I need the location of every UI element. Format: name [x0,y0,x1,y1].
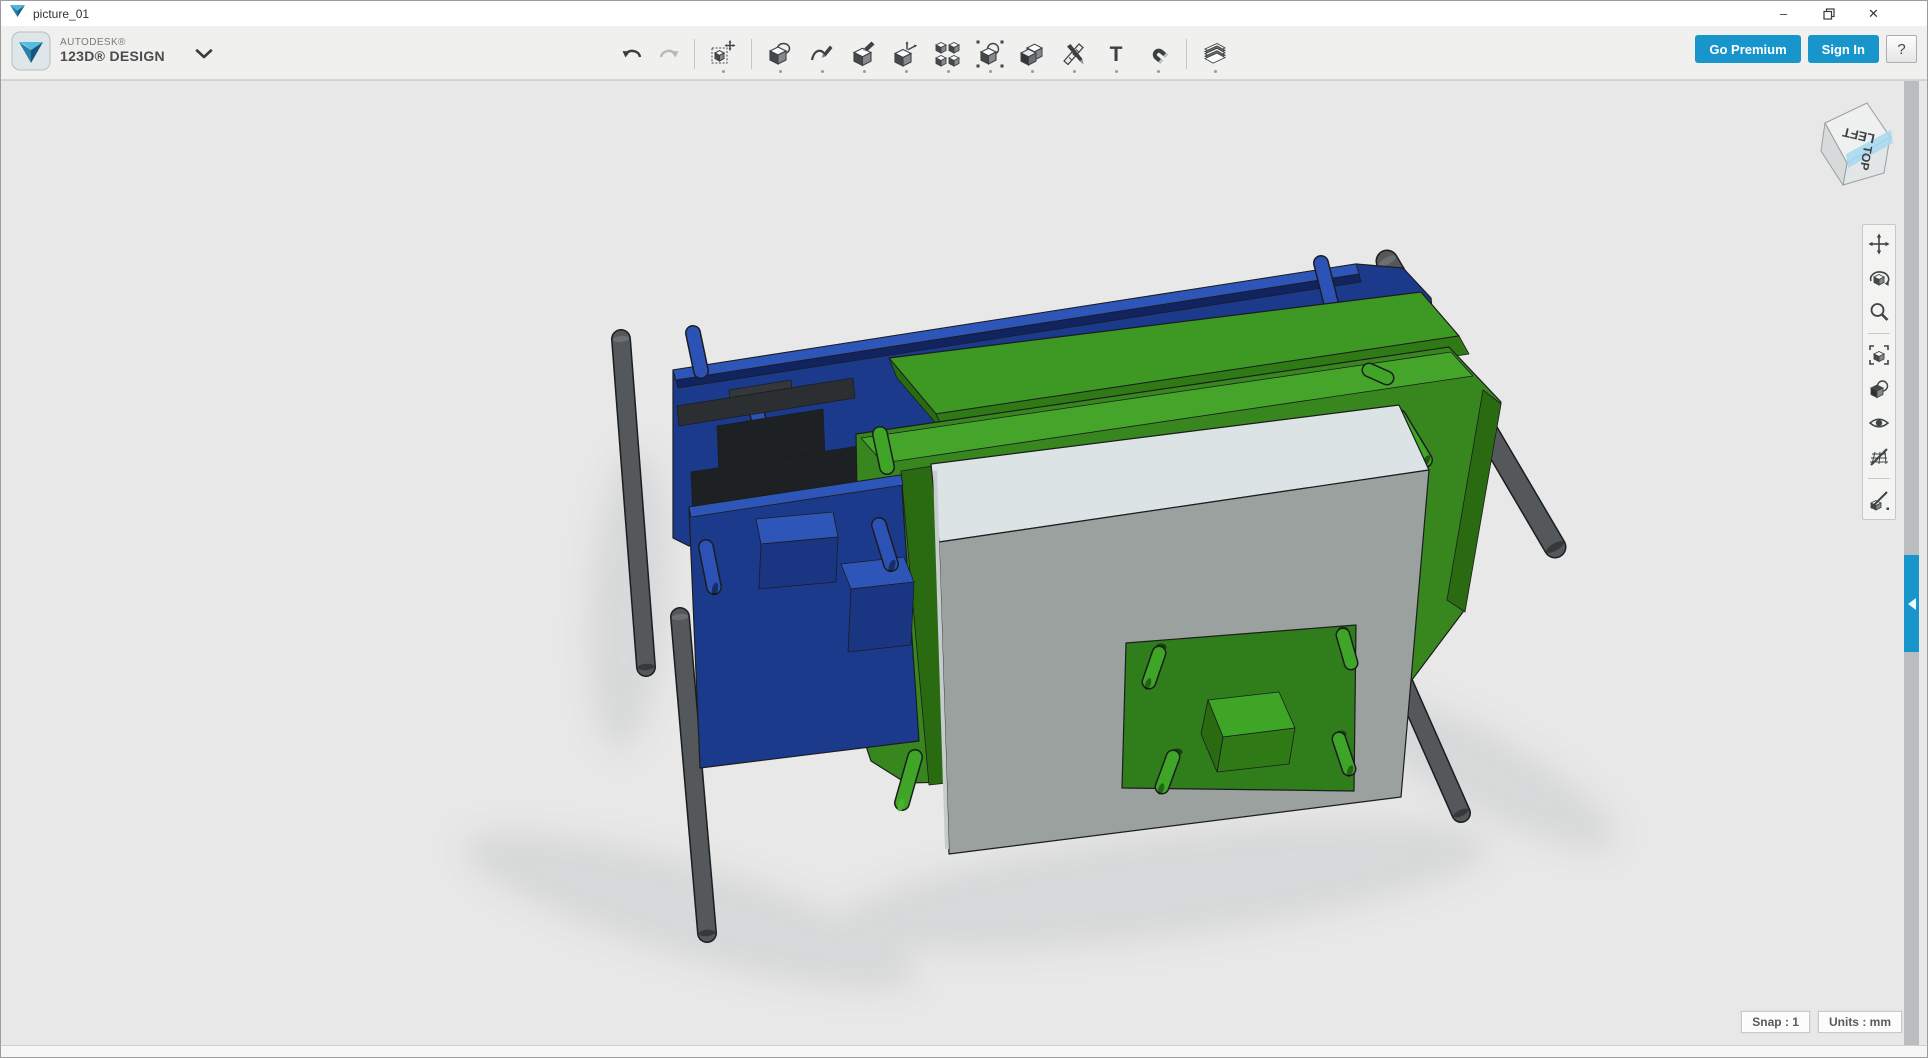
snap-setting[interactable]: Snap : 1 [1741,1011,1810,1033]
status-bar: Snap : 1 Units : mm [1741,1011,1902,1033]
shading-icon [1868,378,1890,400]
green-peg [1369,370,1387,378]
navigation-toolbar [1862,224,1896,520]
part-blue-bracket[interactable] [689,475,919,768]
measure-tool-button[interactable] [1053,33,1095,75]
pan-icon [1868,233,1890,255]
sketch-icon [808,40,836,68]
primitives-icon [766,40,794,68]
app-brand: AUTODESK® 123D® DESIGN [11,31,213,71]
close-button[interactable]: ✕ [1851,1,1896,26]
app-window: picture_01 – ✕ AUTODESK® 12 [0,0,1928,1058]
pattern-icon [934,40,962,68]
toolbar-separator [1186,39,1187,69]
sketch-tool-button[interactable] [801,33,843,75]
bottom-border-bar [1,1045,1927,1057]
viewport-3d[interactable]: LEFT TOP [1,80,1927,1045]
visibility-button[interactable] [1863,406,1895,440]
toolbar-separator [751,39,752,69]
modify-icon [892,40,920,68]
menu-chevron-down-icon[interactable] [195,49,213,59]
redo-button[interactable] [650,33,687,75]
pan-button[interactable] [1863,227,1895,261]
green-peg [880,434,887,467]
material-tool-button[interactable] [1194,33,1236,75]
pattern-tool-button[interactable] [927,33,969,75]
close-icon: ✕ [1868,6,1879,22]
minimize-button[interactable]: – [1761,1,1806,26]
text-tool-button[interactable]: T [1095,33,1137,75]
app-logo-icon-large [11,31,51,71]
material-icon [1200,40,1230,68]
main-toolbar: AUTODESK® 123D® DESIGN [1,26,1927,80]
account-actions: Go Premium Sign In ? [1695,35,1917,63]
sign-in-button[interactable]: Sign In [1808,35,1879,63]
snap-tool-button[interactable] [1137,33,1179,75]
snap-toggle-button[interactable] [1863,483,1895,517]
help-button[interactable]: ? [1886,35,1917,63]
app-logo-icon [10,4,25,23]
undo-button[interactable] [613,33,650,75]
transform-icon [709,40,737,68]
grouping-icon [976,40,1004,68]
nav-separator [1868,333,1890,334]
grid-off-icon [1868,446,1890,468]
measure-icon [1060,40,1088,68]
snap-off-icon [1868,489,1890,511]
text-tool-glyph: T [1110,43,1123,66]
blue-peg [693,333,701,371]
undo-icon [619,41,645,67]
zoom-icon [1868,301,1890,323]
go-premium-button[interactable]: Go Premium [1695,35,1800,63]
minimize-icon: – [1780,6,1787,21]
orbit-icon [1868,267,1890,289]
snap-magnet-icon [1144,40,1172,68]
green-standoff [1343,635,1351,663]
restore-icon [1823,8,1835,20]
modify-tool-button[interactable] [885,33,927,75]
eye-icon [1868,412,1890,434]
brand-line2: 123D® DESIGN [60,49,165,64]
construct-tool-button[interactable] [843,33,885,75]
title-bar: picture_01 – ✕ [1,1,1927,26]
grid-toggle-button[interactable] [1863,440,1895,474]
part-pcb[interactable] [1122,625,1356,796]
model-3d-view[interactable] [1,81,1927,1045]
zoom-fit-button[interactable] [1863,338,1895,372]
combine-icon [1018,40,1046,68]
restore-button[interactable] [1806,1,1851,26]
transform-tool-button[interactable] [702,33,744,75]
view-cube[interactable]: LEFT TOP [1815,93,1903,195]
zoom-button[interactable] [1863,295,1895,329]
primitives-tool-button[interactable] [759,33,801,75]
units-setting[interactable]: Units : mm [1818,1011,1902,1033]
text-icon: T [1102,40,1130,68]
redo-icon [656,41,682,67]
grouping-tool-button[interactable] [969,33,1011,75]
construct-icon [850,40,878,68]
orbit-button[interactable] [1863,261,1895,295]
side-panel-toggle[interactable] [1904,555,1919,652]
pcb-component [1201,692,1295,772]
tool-strip: T [613,32,1236,76]
nav-separator [1868,478,1890,479]
toolbar-separator [694,39,695,69]
combine-tool-button[interactable] [1011,33,1053,75]
chevron-left-icon [1908,598,1916,610]
shading-button[interactable] [1863,372,1895,406]
window-title: picture_01 [33,7,89,21]
zoom-fit-icon [1868,344,1890,366]
blue-peg [1321,263,1331,303]
